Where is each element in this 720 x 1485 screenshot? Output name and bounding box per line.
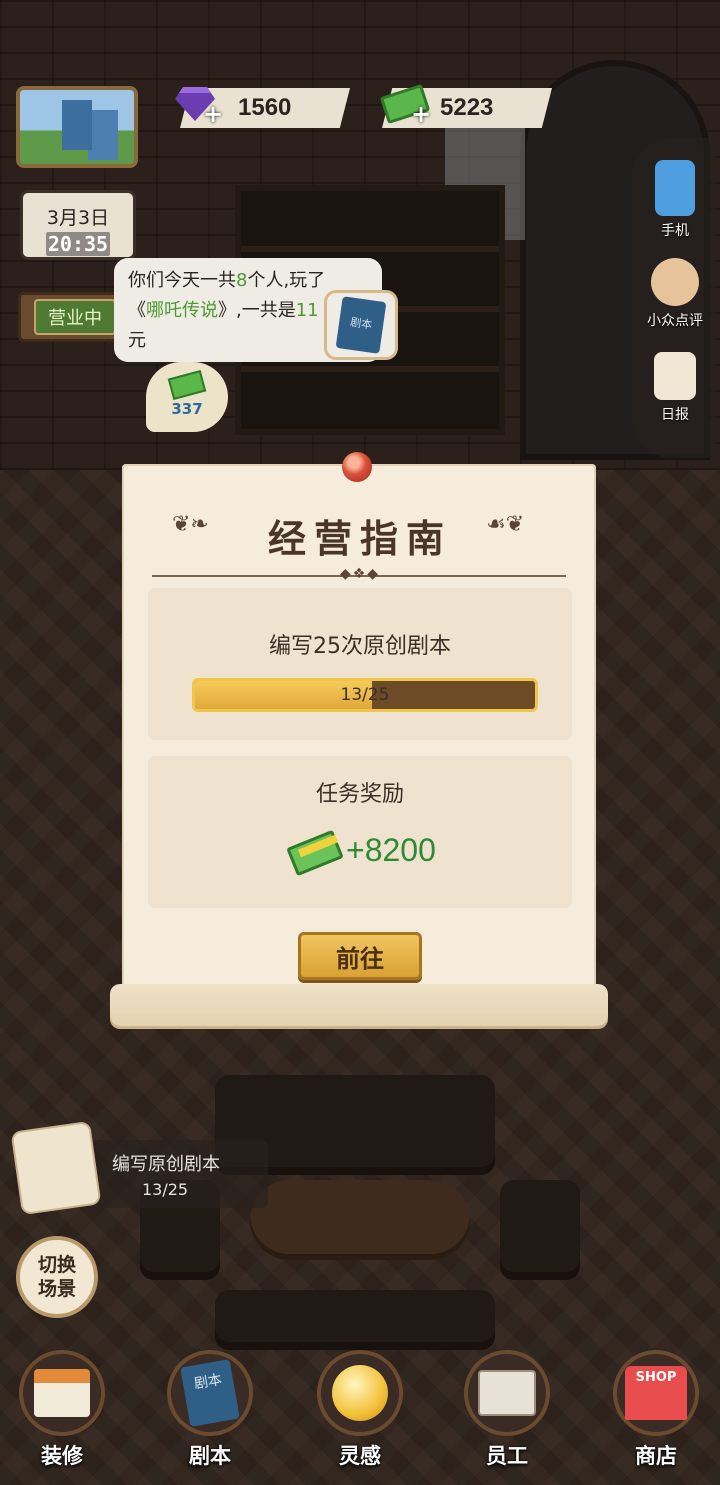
dialog-scroll-bottom [110,984,608,1026]
side-button-label: 手机 [661,223,689,239]
time-label: 20:35 [46,232,110,256]
task-tracker-progress: 13/25 [142,1180,189,1199]
switch-scene-button[interactable]: 切换场景 [16,1236,98,1318]
go-button[interactable]: 前往 [298,932,422,980]
script-badge[interactable]: 剧本 [324,290,398,360]
scene-thumbnail[interactable] [16,86,138,168]
speech-player-count: 8 [236,270,248,291]
cash-count: 5223 [440,94,494,121]
gem-count: 1560 [238,94,292,121]
staff-badge-icon [464,1350,550,1436]
nav-shop[interactable]: SHOP 商店 [586,1340,720,1485]
add-gems-button[interactable]: + [202,102,224,126]
nav-label: 灵感 [339,1444,381,1468]
side-button-phone[interactable]: 手机 [640,160,710,240]
nav-label: 商店 [635,1444,677,1468]
add-cash-button[interactable]: + [410,102,432,126]
nav-decorate[interactable]: 装修 [0,1340,132,1485]
task-description: 编写25次原创剧本 [269,634,451,659]
dialog-title: 经营指南 [267,516,452,561]
shop-sign-text: SHOP [625,1366,687,1420]
script-book-icon: 剧本 [167,1350,253,1436]
cash-collect-bubble[interactable]: 337 [146,362,228,432]
lightbulb-icon [317,1350,403,1436]
thumbs-up-icon [651,258,699,306]
nav-inspiration[interactable]: 灵感 [290,1340,430,1485]
speech-script-title: 哪吒传说 [146,300,218,321]
speech-text: 你们今天一共 [128,270,236,291]
task-panel [148,588,572,740]
nav-scripts[interactable]: 剧本 剧本 [140,1340,280,1485]
pin-icon [342,452,372,482]
speech-text: 《 [128,300,146,321]
reward-amount: +8200 [346,832,436,868]
nav-label: 剧本 [189,1444,231,1468]
speech-amount: 11 [295,300,319,321]
scroll-icon [10,1120,102,1216]
task-tracker[interactable]: 编写原创剧本 13/25 [10,1120,268,1216]
task-tracker-title: 编写原创剧本 [112,1154,220,1175]
nav-label: 装修 [41,1444,83,1468]
nav-staff[interactable]: 员工 [437,1340,577,1485]
reward-title: 任务奖励 [315,782,404,807]
script-book-icon: 剧本 [335,296,387,354]
shop-icon: SHOP [613,1350,699,1436]
speech-text: 》,一共是 [218,300,296,321]
progress-text: 13/25 [340,685,390,705]
clipboard-icon [654,352,696,400]
bottom-nav: 装修 剧本 剧本 灵感 员工 SHOP 商店 [0,1340,720,1485]
side-button-daily-report[interactable]: 日报 [640,352,710,424]
cash-icon [167,369,207,401]
cash-stack-icon [286,826,346,878]
divider-ornament: ◆❖◆ [339,566,381,582]
side-button-reviews[interactable]: 小众点评 [640,258,710,330]
house-icon [19,1350,105,1436]
speech-text: 个人,玩了 [247,270,326,291]
status-label: 营业中 [34,299,116,335]
task-progress-bar: 13/25 [192,678,538,712]
date-label: 3月3日 [46,207,110,229]
nav-label: 员工 [486,1444,528,1468]
switch-scene-label: 切换场景 [37,1254,76,1300]
cash-bubble-amount: 337 [171,400,203,418]
side-button-label: 小众点评 [647,313,703,329]
speech-text: 元 [128,330,146,351]
side-button-label: 日报 [661,407,689,423]
date-clock: 3月3日 20:35 [20,190,136,260]
script-book-text: 剧本 [180,1359,240,1427]
phone-icon [655,160,695,216]
